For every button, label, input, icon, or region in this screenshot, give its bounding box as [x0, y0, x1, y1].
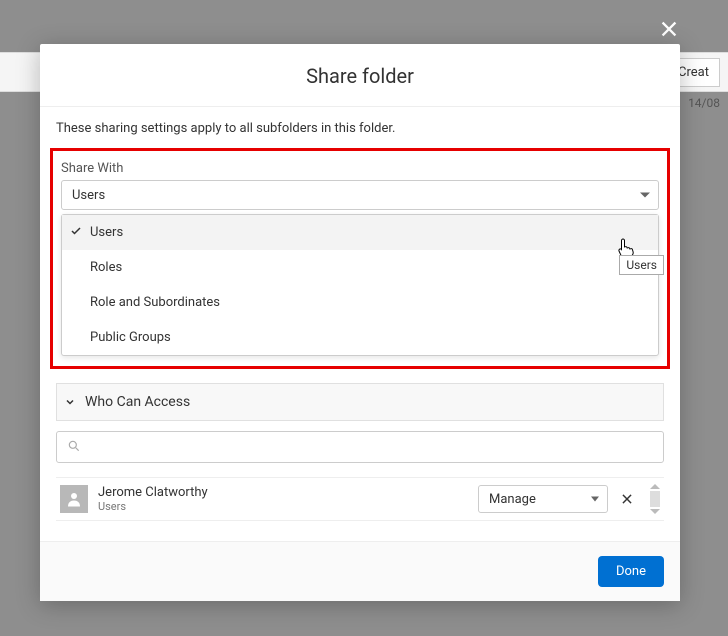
modal-body: These sharing settings apply to all subf…	[40, 107, 680, 521]
close-icon[interactable]	[658, 18, 680, 44]
who-can-access-header[interactable]: Who Can Access	[56, 383, 664, 421]
modal-title: Share folder	[40, 64, 680, 88]
scroll-down-icon	[650, 509, 660, 514]
share-folder-modal: Share folder These sharing settings appl…	[40, 44, 680, 601]
caret-down-icon	[640, 193, 650, 198]
search-access-input[interactable]	[89, 440, 653, 455]
dropdown-option-label: Roles	[90, 260, 122, 275]
caret-down-icon	[591, 497, 599, 502]
chevron-down-icon	[63, 395, 77, 409]
scroll-track	[650, 491, 660, 507]
dropdown-option-label: Role and Subordinates	[90, 295, 220, 310]
scroll-up-icon	[650, 484, 660, 489]
modal-header: Share folder	[40, 44, 680, 107]
scrollbar[interactable]	[650, 484, 660, 514]
user-info: Jerome Clatworthy Users	[98, 485, 208, 513]
remove-access-button[interactable]	[618, 490, 636, 508]
search-access-input-wrapper[interactable]	[56, 431, 664, 463]
dropdown-option-public-groups[interactable]: Public Groups	[62, 320, 658, 355]
avatar	[60, 485, 88, 513]
access-list-row: Jerome Clatworthy Users Manage	[56, 477, 664, 521]
modal-footer: Done	[40, 541, 680, 601]
dropdown-option-role-subordinates[interactable]: Role and Subordinates	[62, 285, 658, 320]
share-with-label: Share With	[61, 161, 659, 176]
user-name: Jerome Clatworthy	[98, 485, 208, 500]
dropdown-option-users[interactable]: Users	[62, 215, 658, 250]
permission-select[interactable]: Manage	[478, 485, 608, 513]
background-date: 14/08	[688, 96, 720, 110]
permission-value: Manage	[489, 492, 536, 507]
who-can-access-label: Who Can Access	[85, 394, 190, 410]
search-icon	[67, 438, 81, 457]
helper-text: These sharing settings apply to all subf…	[56, 121, 664, 136]
dropdown-option-roles[interactable]: Roles	[62, 250, 658, 285]
share-with-dropdown: Users Roles Role and Subordinates Public…	[61, 214, 659, 356]
tooltip: Users	[619, 255, 664, 275]
share-with-combobox[interactable]: Users	[61, 180, 659, 210]
check-icon	[70, 225, 82, 241]
dropdown-option-label: Users	[90, 225, 123, 240]
done-button[interactable]: Done	[598, 556, 664, 587]
user-type: Users	[98, 500, 208, 513]
highlighted-share-with-region: Share With Users Users Roles Role and Su…	[50, 148, 670, 369]
share-with-value: Users	[72, 188, 105, 203]
dropdown-option-label: Public Groups	[90, 330, 171, 345]
